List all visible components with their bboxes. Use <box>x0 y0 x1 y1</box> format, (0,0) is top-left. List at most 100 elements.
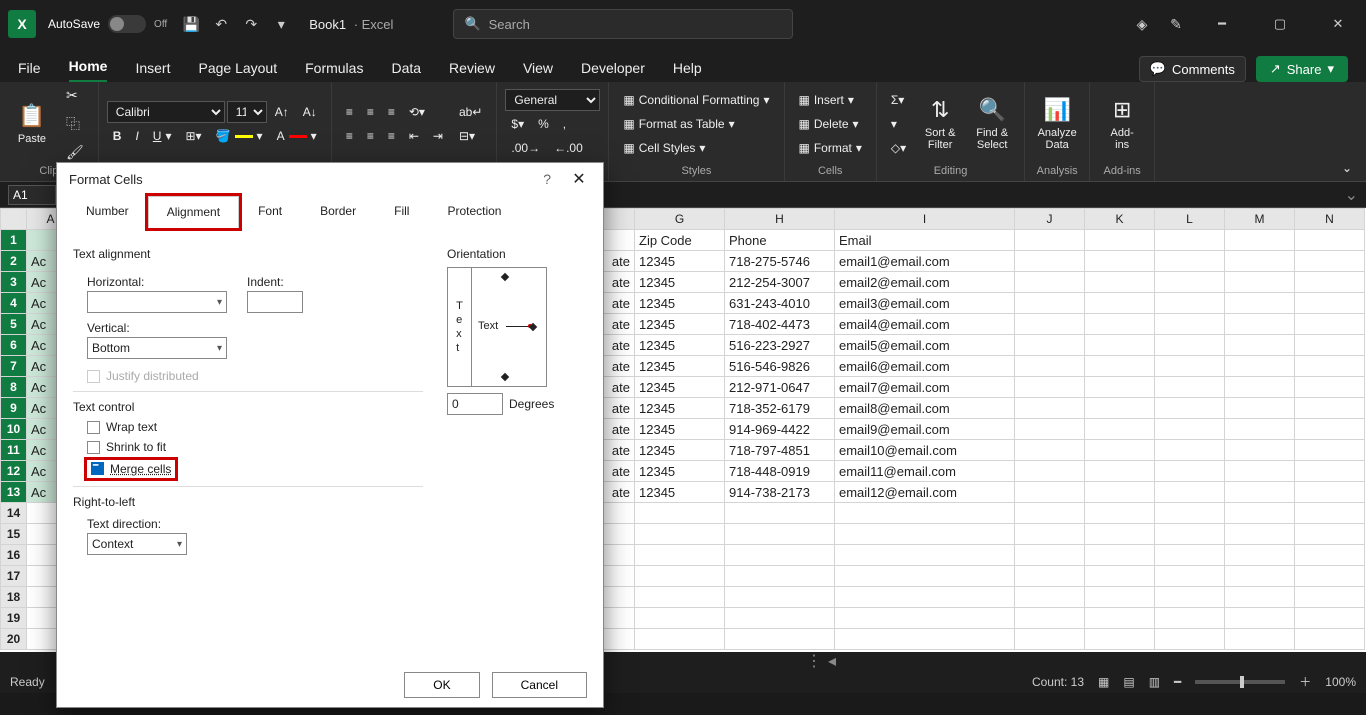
cut-button[interactable]: ✂ <box>60 83 90 108</box>
tab-developer[interactable]: Developer <box>581 60 645 82</box>
copy-button[interactable]: ⿻ <box>60 110 90 138</box>
collapse-ribbon-button[interactable]: ⌄ <box>1336 157 1358 179</box>
view-page-layout-icon[interactable]: ▤ <box>1123 675 1134 689</box>
indent-spinner[interactable] <box>247 291 303 313</box>
view-page-break-icon[interactable]: ▥ <box>1149 675 1160 689</box>
cell-styles-button[interactable]: ▦ Cell Styles ▾ <box>617 137 775 159</box>
align-bottom-button[interactable]: ≡ <box>382 101 401 123</box>
save-icon[interactable]: 💾 <box>183 16 199 32</box>
autosum-button[interactable]: Σ▾ <box>885 89 912 111</box>
tab-alignment[interactable]: Alignment <box>148 196 239 228</box>
tab-protection[interactable]: Protection <box>428 195 520 227</box>
increase-decimal-button[interactable]: .00→ <box>505 137 546 159</box>
align-left-button[interactable]: ≡ <box>340 125 359 147</box>
share-button[interactable]: ↗ Share ▾ <box>1256 56 1348 82</box>
ok-button[interactable]: OK <box>404 672 479 698</box>
wrap-text-checkbox[interactable] <box>87 421 100 434</box>
addins-button[interactable]: ⊞Add-ins <box>1098 89 1146 159</box>
align-center-button[interactable]: ≡ <box>361 125 380 147</box>
pen-icon[interactable]: ✎ <box>1168 16 1184 32</box>
orientation-button[interactable]: ⟲▾ <box>403 101 431 123</box>
percent-button[interactable]: % <box>532 113 555 135</box>
analyze-data-button[interactable]: 📊Analyze Data <box>1033 89 1081 159</box>
find-select-button[interactable]: 🔍Find & Select <box>968 89 1016 159</box>
tab-border[interactable]: Border <box>301 195 375 227</box>
wrap-text-button[interactable]: ab↵ <box>453 101 488 123</box>
tab-data[interactable]: Data <box>391 60 421 82</box>
merge-cells-checkbox[interactable] <box>91 462 104 475</box>
tab-insert[interactable]: Insert <box>135 60 170 82</box>
delete-cells-button[interactable]: ▦ Delete ▾ <box>793 113 868 135</box>
cancel-button[interactable]: Cancel <box>492 672 587 698</box>
underline-button[interactable]: U▾ <box>147 125 178 147</box>
format-as-table-button[interactable]: ▦ Format as Table ▾ <box>617 113 775 135</box>
decrease-indent-button[interactable]: ⇤ <box>403 125 425 147</box>
increase-indent-button[interactable]: ⇥ <box>427 125 449 147</box>
degrees-spinner[interactable]: 0 <box>447 393 503 415</box>
format-cells-button[interactable]: ▦ Format ▾ <box>793 137 868 159</box>
formula-collapse-icon[interactable]: ⌄ <box>1345 185 1358 205</box>
align-middle-button[interactable]: ≡ <box>361 101 380 123</box>
autosave-toggle[interactable]: AutoSave Off <box>48 15 167 33</box>
increase-font-button[interactable]: A↑ <box>269 101 295 123</box>
decrease-font-button[interactable]: A↓ <box>297 101 323 123</box>
merge-center-button[interactable]: ⊟▾ <box>453 125 488 147</box>
align-right-button[interactable]: ≡ <box>382 125 401 147</box>
tab-view[interactable]: View <box>523 60 553 82</box>
tab-file[interactable]: File <box>18 60 41 82</box>
align-top-button[interactable]: ≡ <box>340 101 359 123</box>
minimize-button[interactable]: ━ <box>1202 9 1242 39</box>
font-size-select[interactable]: 11 <box>227 101 267 123</box>
horizontal-combo[interactable]: ▾ <box>87 291 227 313</box>
paste-button[interactable]: 📋Paste <box>8 89 56 159</box>
search-placeholder: Search <box>489 17 530 32</box>
dialog-close-button[interactable]: ✕ <box>567 169 591 189</box>
zoom-out-button[interactable]: ━ <box>1174 675 1181 689</box>
diamond-icon[interactable]: ◈ <box>1134 16 1150 32</box>
undo-icon[interactable]: ↶ <box>213 16 229 32</box>
tab-page-layout[interactable]: Page Layout <box>198 60 277 82</box>
font-name-select[interactable]: Calibri <box>107 101 225 123</box>
justify-checkbox <box>87 370 100 383</box>
name-box[interactable]: A1 <box>8 185 56 205</box>
comma-button[interactable]: , <box>557 113 572 135</box>
border-button[interactable]: ⊞▾ <box>180 125 208 147</box>
tab-font[interactable]: Font <box>239 195 301 227</box>
currency-button[interactable]: $▾ <box>505 113 530 135</box>
tab-fill[interactable]: Fill <box>375 195 428 227</box>
number-format-select[interactable]: General <box>505 89 600 111</box>
vertical-combo[interactable]: Bottom▾ <box>87 337 227 359</box>
search-box[interactable]: 🔍 Search <box>453 9 793 39</box>
close-button[interactable]: ✕ <box>1318 9 1358 39</box>
dialog-help-button[interactable]: ? <box>543 171 551 187</box>
tab-formulas[interactable]: Formulas <box>305 60 363 82</box>
redo-icon[interactable]: ↷ <box>243 16 259 32</box>
maximize-button[interactable]: ▢ <box>1260 9 1300 39</box>
shrink-to-fit-checkbox[interactable] <box>87 441 100 454</box>
toggle-switch[interactable] <box>108 15 146 33</box>
zoom-slider[interactable] <box>1195 680 1285 684</box>
fill-button[interactable]: ▾ <box>885 113 912 135</box>
decrease-decimal-button[interactable]: ←.00 <box>548 137 589 159</box>
tab-help[interactable]: Help <box>673 60 702 82</box>
group-label-cells: Cells <box>793 165 868 179</box>
sort-filter-button[interactable]: ⇅Sort & Filter <box>916 89 964 159</box>
clear-button[interactable]: ◇▾ <box>885 137 912 159</box>
insert-cells-button[interactable]: ▦ Insert ▾ <box>793 89 868 111</box>
comments-button[interactable]: 💬 Comments <box>1139 56 1246 82</box>
orientation-control[interactable]: Text Text <box>447 267 547 387</box>
orientation-vertical-text[interactable]: Text <box>448 268 472 386</box>
bold-button[interactable]: B <box>107 125 128 147</box>
conditional-formatting-button[interactable]: ▦ Conditional Formatting ▾ <box>617 89 775 111</box>
qat-dropdown-icon[interactable]: ▾ <box>273 16 289 32</box>
tab-review[interactable]: Review <box>449 60 495 82</box>
fill-color-button[interactable]: 🪣▾ <box>210 125 269 147</box>
view-normal-icon[interactable]: ▦ <box>1098 675 1109 689</box>
italic-button[interactable]: I <box>129 125 144 147</box>
zoom-level[interactable]: 100% <box>1325 675 1356 689</box>
text-direction-combo[interactable]: Context▾ <box>87 533 187 555</box>
font-color-button[interactable]: A▾ <box>271 125 323 147</box>
tab-number[interactable]: Number <box>67 195 148 227</box>
zoom-in-button[interactable]: ＋ <box>1299 673 1311 690</box>
tab-home[interactable]: Home <box>69 58 108 82</box>
